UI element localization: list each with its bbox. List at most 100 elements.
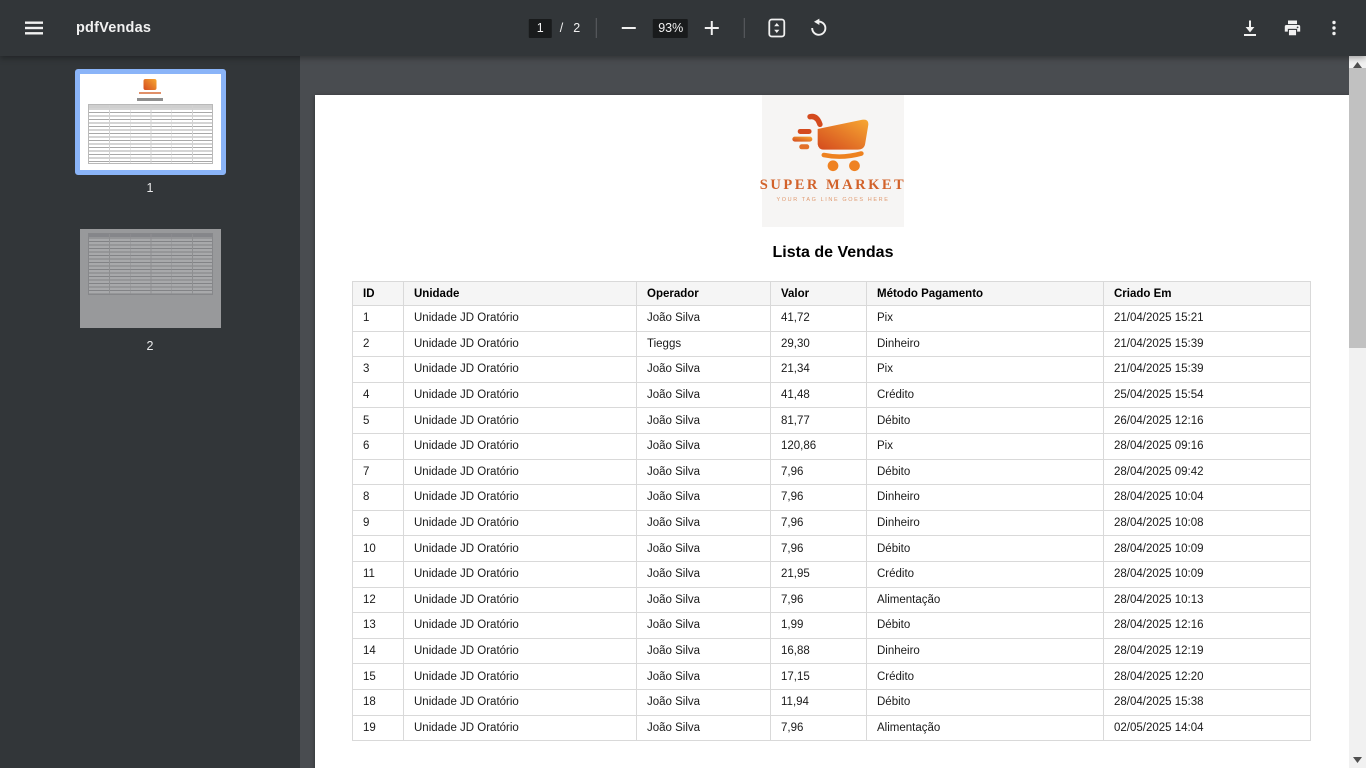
table-cell: Crédito	[866, 381, 1104, 409]
table-row: 1 Unidade JD Oratório João Silva 41,72 Pix 21…	[352, 305, 1311, 332]
table-cell: João Silva	[636, 484, 771, 511]
table-cell: Unidade JD Oratório	[403, 714, 637, 742]
table-row: 8 Unidade JD Oratório João Silva 7,96 Dinhei…	[352, 484, 1311, 511]
scrollbar-down-arrow[interactable]	[1349, 751, 1366, 768]
table-cell: João Silva	[636, 305, 771, 332]
table-cell: 41,48	[770, 381, 867, 409]
table-cell: Unidade JD Oratório	[403, 560, 637, 588]
table-cell: 26/04/2025 12:16	[1103, 407, 1311, 434]
table-cell: 7,96	[770, 586, 867, 614]
table-cell: 8	[352, 484, 404, 511]
pdf-toolbar: pdfVendas / 2	[0, 0, 1366, 56]
kebab-menu-icon	[1325, 19, 1343, 37]
table-row: 6 Unidade JD Oratório João Silva 120,86 Pix 2…	[352, 432, 1311, 460]
table-cell: Unidade JD Oratório	[403, 688, 637, 716]
fit-to-page-button[interactable]	[759, 10, 795, 46]
table-cell: 11,94	[770, 688, 867, 716]
download-icon	[1241, 19, 1259, 37]
brand-name: SUPER MARKET	[759, 177, 907, 193]
thumbnail-page-2[interactable]: 2	[75, 210, 226, 368]
table-cell: 4	[352, 381, 404, 409]
table-cell: Débito	[866, 407, 1104, 434]
table-cell: 28/04/2025 12:20	[1103, 663, 1311, 690]
menu-button[interactable]	[16, 10, 52, 46]
zoom-in-button[interactable]	[694, 10, 730, 46]
table-cell: Unidade JD Oratório	[403, 305, 637, 332]
table-cell: 13	[352, 612, 404, 639]
table-cell: 3	[352, 356, 404, 383]
table-cell: Unidade JD Oratório	[403, 356, 637, 383]
table-cell: 21/04/2025 15:39	[1103, 356, 1311, 383]
mini-title-line	[137, 98, 163, 101]
table-cell: 21/04/2025 15:39	[1103, 330, 1311, 358]
table-cell: 1,99	[770, 612, 867, 639]
table-row: 11 Unidade JD Oratório João Silva 21,95 Créd…	[352, 560, 1311, 588]
table-row: 19 Unidade JD Oratório João Silva 7,96 Alime…	[352, 714, 1311, 742]
table-row: 15 Unidade JD Oratório João Silva 17,15 Créd…	[352, 663, 1311, 690]
table-cell: 28/04/2025 10:08	[1103, 509, 1311, 537]
column-header: Valor	[770, 281, 867, 306]
table-cell: 28/04/2025 12:16	[1103, 612, 1311, 639]
table-cell: João Silva	[636, 714, 771, 742]
table-cell: 21,34	[770, 356, 867, 383]
table-cell: 7,96	[770, 458, 867, 486]
sales-table: ID Unidade Operador Valor Método Pagamento Cr…	[352, 281, 1311, 742]
table-cell: 28/04/2025 09:16	[1103, 432, 1311, 460]
table-cell: 29,30	[770, 330, 867, 358]
download-button[interactable]	[1232, 10, 1268, 46]
table-cell: Unidade JD Oratório	[403, 484, 637, 511]
rotate-ccw-icon	[809, 18, 829, 38]
table-cell: João Silva	[636, 458, 771, 486]
column-header: Criado Em	[1103, 281, 1311, 306]
thumbnail-page-1[interactable]: 1	[74, 69, 226, 210]
table-row: 3 Unidade JD Oratório João Silva 21,34 Pix 21…	[352, 356, 1311, 383]
table-cell: 28/04/2025 10:09	[1103, 535, 1311, 562]
thumbnail-sidebar: 1 2	[0, 56, 300, 768]
table-cell: Unidade JD Oratório	[403, 612, 637, 639]
more-options-button[interactable]	[1316, 10, 1352, 46]
table-cell: Unidade JD Oratório	[403, 407, 637, 434]
table-row: 10 Unidade JD Oratório João Silva 7,96 Débit…	[352, 535, 1311, 562]
print-icon	[1283, 19, 1302, 38]
mini-logo	[143, 79, 157, 90]
table-cell: João Silva	[636, 407, 771, 434]
zoom-level-input[interactable]	[653, 18, 689, 38]
table-cell: Unidade JD Oratório	[403, 535, 637, 562]
print-button[interactable]	[1274, 10, 1310, 46]
table-cell: Tieggs	[636, 330, 771, 358]
table-cell: 12	[352, 586, 404, 614]
table-cell: 28/04/2025 10:09	[1103, 560, 1311, 588]
table-cell: 19	[352, 714, 404, 742]
table-cell: João Silva	[636, 432, 771, 460]
table-cell: João Silva	[636, 688, 771, 716]
table-cell: Unidade JD Oratório	[403, 381, 637, 409]
table-cell: Dinheiro	[866, 484, 1104, 511]
supermarket-logo: SUPER MARKET YOUR TAG LINE GOES HERE	[759, 95, 907, 227]
table-cell: Unidade JD Oratório	[403, 663, 637, 690]
table-cell: 7,96	[770, 484, 867, 511]
table-row: 14 Unidade JD Oratório João Silva 16,88 Dinh…	[352, 637, 1311, 665]
thumbnail-frame	[75, 210, 226, 333]
scrollbar-thumb[interactable]	[1349, 68, 1366, 348]
table-row: 12 Unidade JD Oratório João Silva 7,96 Alime…	[352, 586, 1311, 614]
table-cell: 11	[352, 560, 404, 588]
thumbnail-page-1-preview	[79, 74, 221, 170]
vertical-scrollbar[interactable]	[1349, 56, 1366, 768]
table-cell: Unidade JD Oratório	[403, 458, 637, 486]
table-cell: 7,96	[770, 535, 867, 562]
table-cell: Pix	[866, 432, 1104, 460]
page-divider: /	[559, 21, 564, 35]
table-row: 18 Unidade JD Oratório João Silva 11,94 Débi…	[352, 688, 1311, 716]
table-cell: Crédito	[866, 560, 1104, 588]
zoom-out-button[interactable]	[611, 10, 647, 46]
table-cell: 10	[352, 535, 404, 562]
table-cell: 16,88	[770, 637, 867, 665]
rotate-button[interactable]	[801, 10, 837, 46]
toolbar-divider	[596, 18, 598, 38]
mini-brand-line	[139, 92, 161, 94]
table-cell: João Silva	[636, 509, 771, 537]
table-cell: Alimentação	[866, 586, 1104, 614]
table-cell: Débito	[866, 535, 1104, 562]
column-header: Unidade	[403, 281, 637, 306]
page-number-input[interactable]	[528, 18, 552, 38]
